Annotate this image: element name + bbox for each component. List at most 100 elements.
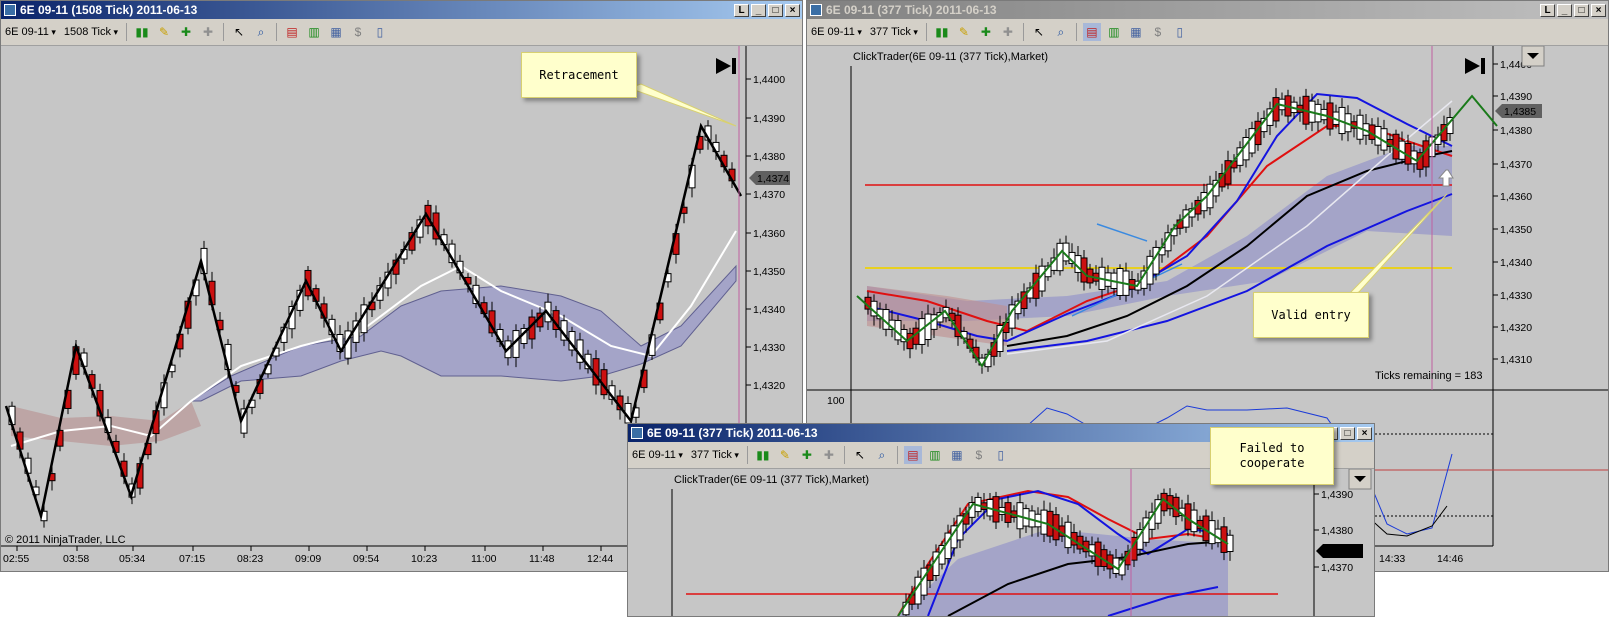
zoom-icon[interactable]: ⌕ xyxy=(252,23,270,41)
order-panel-icon[interactable]: ▤ xyxy=(903,446,922,464)
window-title: 6E 09-11 (377 Tick) 2011-06-13 xyxy=(647,426,818,440)
price-tick-label: 1,4320 xyxy=(753,380,785,392)
add-indicator-icon[interactable]: ✚ xyxy=(177,23,195,41)
maximize-button[interactable]: □ xyxy=(1574,3,1589,17)
bars-icon[interactable]: ▥ xyxy=(926,446,944,464)
bars-icon[interactable]: ▥ xyxy=(1105,23,1123,41)
toolbar-separator xyxy=(925,23,927,41)
time-tick-label: 03:58 xyxy=(63,553,89,565)
price-tick-label: 1,4360 xyxy=(1500,191,1532,203)
instrument-dropdown[interactable]: 6E 09-11 xyxy=(1,26,60,38)
price-tick-label: 1,4390 xyxy=(1321,489,1353,501)
price-tick-label: 1,4390 xyxy=(753,113,785,125)
time-tick-label: 08:23 xyxy=(237,553,263,565)
time-tick-label: 09:09 xyxy=(295,553,321,565)
instrument-dropdown[interactable]: 6E 09-11 xyxy=(628,449,687,461)
candlestick-style-icon[interactable]: ▮▮ xyxy=(933,23,951,41)
zoom-icon[interactable]: ⌕ xyxy=(873,446,891,464)
toolbar-separator xyxy=(125,23,127,41)
add-indicator-icon[interactable]: ✚ xyxy=(977,23,995,41)
chart-image-icon[interactable]: ▦ xyxy=(327,23,345,41)
chart-instrument-label: ClickTrader(6E 09-11 (377 Tick),Market) xyxy=(674,474,869,486)
price-tick-label: 1,4380 xyxy=(1321,525,1353,537)
chart-canvas[interactable]: 1,4390 1,4380 1,4370 1,4374 xyxy=(628,469,1374,616)
price-tick-label: 1,4350 xyxy=(753,266,785,278)
order-panel-icon[interactable]: ▤ xyxy=(283,23,301,41)
maximize-button[interactable]: □ xyxy=(768,3,783,17)
skip-to-end-icon xyxy=(716,58,731,74)
time-tick-label: 14:33 xyxy=(1379,553,1405,565)
candlestick-style-icon[interactable]: ▮▮ xyxy=(754,446,772,464)
callout-pointer xyxy=(627,83,737,127)
time-tick-label: 05:34 xyxy=(119,553,145,565)
callout-line-2: cooperate xyxy=(1239,456,1305,470)
chart-window-377-tick-popup[interactable]: 6E 09-11 (377 Tick) 2011-06-13 L _ □ × 6… xyxy=(627,423,1375,617)
channel-line xyxy=(1096,223,1148,242)
time-tick-label: 09:54 xyxy=(353,553,379,565)
price-tick-label: 1,4380 xyxy=(1500,125,1532,137)
title-bar[interactable]: 6E 09-11 (377 Tick) 2011-06-13 L _ □ × xyxy=(807,1,1608,19)
failed-to-cooperate-callout: Failed to cooperate xyxy=(1210,427,1334,485)
chart-toolbar: 6E 09-11 377 Tick ▮▮ ✎ ✚ ✚ ↖ ⌕ ▤ ▥ ▦ $ ▯ xyxy=(807,19,1608,46)
title-bar[interactable]: 6E 09-11 (1508 Tick) 2011-06-13 L _ □ × xyxy=(1,1,802,19)
cursor-icon[interactable]: ↖ xyxy=(851,446,869,464)
minimize-button[interactable]: _ xyxy=(751,3,766,17)
price-tick-label: 1,4330 xyxy=(1500,290,1532,302)
minimize-button[interactable]: _ xyxy=(1557,3,1572,17)
time-tick-label: 14:46 xyxy=(1437,553,1463,565)
current-price-label: 1,4374 xyxy=(757,173,789,185)
cursor-icon[interactable]: ↖ xyxy=(230,23,248,41)
chart-image-icon[interactable]: ▦ xyxy=(948,446,966,464)
current-price-label: 1,4374 xyxy=(1325,546,1357,558)
restore-button[interactable]: L xyxy=(1540,3,1555,17)
strategy-icon[interactable]: ✚ xyxy=(820,446,838,464)
dollar-icon[interactable]: $ xyxy=(349,23,367,41)
price-tick-label: 1,4350 xyxy=(1500,224,1532,236)
period-dropdown[interactable]: 1508 Tick xyxy=(60,26,122,38)
price-chart[interactable]: 1,4390 1,4380 1,4370 1,4374 ClickTrader(6E … xyxy=(628,427,1374,616)
skip-to-end-icon-bar xyxy=(1481,58,1485,74)
indicator-level-label: 100 xyxy=(827,395,845,407)
candlestick-style-icon[interactable]: ▮▮ xyxy=(133,23,151,41)
order-panel-icon[interactable]: ▤ xyxy=(1082,23,1101,41)
chart-instrument-label: ClickTrader(6E 09-11 (377 Tick),Market) xyxy=(853,51,1048,63)
time-tick-label: 10:23 xyxy=(411,553,437,565)
close-button[interactable]: × xyxy=(1591,3,1606,17)
add-indicator-icon[interactable]: ✚ xyxy=(798,446,816,464)
properties-icon[interactable]: ▯ xyxy=(992,446,1010,464)
instrument-dropdown[interactable]: 6E 09-11 xyxy=(807,26,866,38)
price-tick-label: 1,4360 xyxy=(753,228,785,240)
maximize-button[interactable]: □ xyxy=(1340,426,1355,440)
price-tick-label: 1,4370 xyxy=(1500,159,1532,171)
strategy-icon[interactable]: ✚ xyxy=(199,23,217,41)
drawing-pencil-icon[interactable]: ✎ xyxy=(955,23,973,41)
bars-icon[interactable]: ▥ xyxy=(305,23,323,41)
period-dropdown[interactable]: 377 Tick xyxy=(866,26,922,38)
price-tick-label: 1,4320 xyxy=(1500,322,1532,334)
chart-image-icon[interactable]: ▦ xyxy=(1127,23,1145,41)
price-tick-label: 1,4370 xyxy=(753,189,785,201)
dollar-icon[interactable]: $ xyxy=(970,446,988,464)
period-dropdown[interactable]: 377 Tick xyxy=(687,449,743,461)
drawing-pencil-icon[interactable]: ✎ xyxy=(155,23,173,41)
close-button[interactable]: × xyxy=(785,3,800,17)
cursor-icon[interactable]: ↖ xyxy=(1030,23,1048,41)
ichimoku-cloud xyxy=(189,264,737,402)
restore-button[interactable]: L xyxy=(734,3,749,17)
properties-icon[interactable]: ▯ xyxy=(371,23,389,41)
price-tick-label: 1,4310 xyxy=(1500,354,1532,366)
properties-icon[interactable]: ▯ xyxy=(1171,23,1189,41)
dollar-icon[interactable]: $ xyxy=(1149,23,1167,41)
zoom-icon[interactable]: ⌕ xyxy=(1052,23,1070,41)
toolbar-separator xyxy=(843,446,845,464)
app-icon xyxy=(631,427,643,439)
app-icon xyxy=(4,4,16,16)
drawing-pencil-icon[interactable]: ✎ xyxy=(776,446,794,464)
strategy-icon[interactable]: ✚ xyxy=(999,23,1017,41)
toolbar-separator xyxy=(1075,23,1077,41)
close-button[interactable]: × xyxy=(1357,426,1372,440)
price-tick-label: 1,4400 xyxy=(753,74,785,86)
toolbar-separator xyxy=(896,446,898,464)
toolbar-separator xyxy=(275,23,277,41)
time-tick-label: 12:44 xyxy=(587,553,613,565)
